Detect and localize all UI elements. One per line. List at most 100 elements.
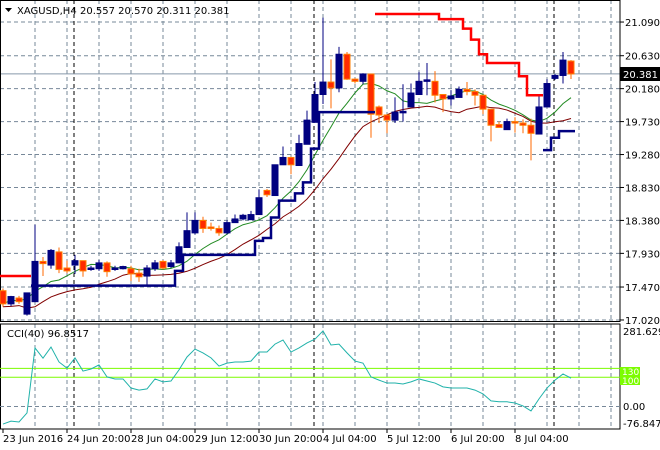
x-tick-label: 4 Jul 04:00 (323, 434, 377, 445)
x-tick-label: 6 Jul 20:00 (451, 434, 505, 445)
symbol-label: XAGUSD,H4 (17, 6, 77, 17)
bull-candle (407, 92, 415, 108)
bear-candle (431, 80, 439, 96)
bear-candle (519, 122, 527, 126)
cci-zero-label: 0.00 (623, 402, 645, 413)
cci-level-low: 100 (622, 377, 639, 387)
y-tick-label: 20.630 (625, 52, 660, 63)
bear-candle (103, 262, 111, 273)
bear-candle (215, 227, 223, 234)
bull-candle (247, 214, 255, 221)
ma-fast-line (2, 82, 572, 305)
triangle-down-icon[interactable] (5, 8, 12, 12)
y-tick-label: 18.830 (625, 183, 660, 194)
bear-candle (0, 290, 7, 305)
bull-candle (319, 81, 327, 96)
bear-candle (495, 124, 503, 128)
bear-candle (135, 272, 143, 278)
y-tick-label: 17.470 (625, 283, 660, 294)
cci-min-label: -76.8473 (623, 419, 660, 430)
bull-candle (31, 260, 39, 303)
bear-candle (479, 94, 487, 110)
bull-candle (559, 59, 567, 76)
bull-candle (87, 267, 95, 271)
bear-candle (463, 88, 471, 93)
bear-candle (327, 81, 335, 89)
bull-candle (23, 292, 31, 315)
x-tick-label: 24 Jun 20:00 (67, 434, 131, 445)
bull-candle (399, 110, 407, 114)
bear-candle (63, 267, 71, 272)
bear-candle (351, 78, 359, 82)
bear-candle (567, 60, 575, 75)
bear-candle (263, 189, 271, 196)
bear-candle (439, 94, 447, 100)
bear-candle (383, 114, 391, 121)
bull-candle (271, 164, 279, 197)
bull-candle (423, 79, 431, 82)
bull-candle (415, 80, 423, 96)
cci-pane (0, 330, 620, 425)
trailing-stops (0, 12, 575, 287)
bull-candle (231, 218, 239, 224)
bear-candle (127, 268, 135, 275)
bull-candle (175, 246, 183, 264)
bear-candle (199, 219, 207, 229)
bull-candle (311, 94, 319, 123)
bear-candle (343, 53, 351, 80)
bull-candle (151, 262, 159, 270)
bull-candle (535, 106, 543, 135)
bull-candle (111, 267, 119, 271)
y-tick-label: 20.180 (625, 85, 660, 96)
bull-candle (223, 222, 231, 234)
bull-candle (295, 143, 303, 167)
x-tick-label: 8 Jul 04:00 (515, 434, 569, 445)
bear-candle (367, 73, 375, 115)
indicator-overlays (2, 82, 572, 309)
bull-candle (71, 260, 79, 266)
bear-candle (487, 108, 495, 126)
x-tick-label: 29 Jun 12:00 (195, 434, 259, 445)
lower-trailing-stop (31, 110, 575, 287)
bull-candle (167, 262, 175, 268)
bear-candle (15, 297, 23, 303)
bull-candle (255, 197, 263, 216)
ma-slow-line (2, 105, 572, 309)
x-tick-label: 5 Jul 12:00 (387, 434, 441, 445)
y-tick-label: 21.090 (625, 18, 660, 29)
bear-candle (39, 260, 47, 265)
y-tick-label: 17.930 (625, 249, 660, 260)
bull-candle (447, 95, 455, 100)
bear-candle (375, 106, 383, 116)
trading-chart[interactable]: 21.090 20.630 20.180 19.730 19.280 18.830 18.3… (0, 0, 660, 450)
bear-candle (55, 251, 63, 270)
bull-candle (391, 111, 399, 121)
bull-candle (239, 214, 247, 220)
bull-candle (279, 156, 287, 166)
bear-candle (159, 260, 167, 269)
bull-candle (183, 230, 191, 249)
bull-candle (335, 53, 343, 89)
x-tick-label: 23 Jun 2016 (3, 434, 63, 445)
bull-candle (359, 73, 367, 82)
bull-candle (95, 262, 103, 270)
bull-candle (119, 266, 127, 270)
bull-candle (503, 121, 511, 131)
y-tick-label: 19.730 (625, 118, 660, 129)
bear-candle (527, 124, 535, 134)
current-price-label: 20.381 (623, 70, 658, 81)
bull-candle (303, 119, 311, 145)
bull-candle (7, 296, 15, 305)
bear-candle (207, 226, 215, 230)
x-tick-label: 30 Jun 20:00 (259, 434, 323, 445)
bull-candle (455, 88, 463, 98)
cci-pane-border (0, 323, 621, 430)
bear-candle (511, 121, 519, 124)
y-tick-label: 17.020 (625, 316, 660, 327)
x-tick-label: 28 Jun 04:00 (131, 434, 195, 445)
bull-candle (191, 219, 199, 234)
bull-candle (143, 267, 151, 277)
bear-candle (79, 260, 87, 272)
grid (0, 0, 624, 430)
bull-candle (47, 249, 55, 266)
